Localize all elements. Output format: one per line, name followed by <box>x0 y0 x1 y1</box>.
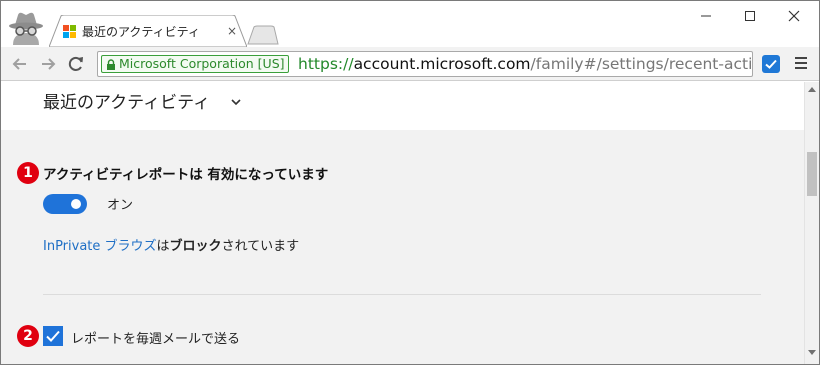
scroll-up-arrow-icon[interactable] <box>808 86 816 92</box>
close-icon[interactable] <box>779 5 809 27</box>
tab-recent-activity[interactable]: 最近のアクティビティ × <box>49 15 247 47</box>
forward-arrow-icon[interactable] <box>38 54 58 74</box>
ev-certificate-badge[interactable]: Microsoft Corporation [US] <box>101 55 289 73</box>
scrollbar-thumb[interactable] <box>807 152 817 196</box>
url-path: /family#/settings/recent-activit <box>530 55 753 73</box>
menu-icon[interactable] <box>795 57 807 69</box>
page-header: 最近のアクティビティ <box>1 82 804 130</box>
inprivate-browsing-link[interactable]: InPrivate ブラウズ <box>43 239 157 254</box>
extension-icon[interactable] <box>762 55 780 73</box>
new-tab-button[interactable] <box>247 25 279 45</box>
url-host: account.microsoft.com <box>353 55 531 73</box>
weekly-email-checkbox[interactable] <box>43 326 63 346</box>
microsoft-logo-icon <box>63 25 76 38</box>
tab-strip: 最近のアクティビティ × <box>1 1 819 47</box>
annotation-badge-2: 2 <box>17 325 39 347</box>
vertical-scrollbar[interactable] <box>804 82 819 364</box>
activity-report-heading: アクティビティレポートは 有効になっています <box>43 167 329 183</box>
section-divider <box>43 294 761 295</box>
minimize-icon[interactable] <box>691 5 721 27</box>
tab-close-icon[interactable]: × <box>227 24 237 38</box>
maximize-icon[interactable] <box>735 5 765 27</box>
browser-toolbar: Microsoft Corporation [US] https://accou… <box>1 47 819 81</box>
inprivate-text-middle: は <box>156 239 170 254</box>
lock-icon <box>107 59 115 70</box>
url-scheme: https:// <box>298 55 354 73</box>
reload-icon[interactable] <box>66 54 86 74</box>
address-bar[interactable]: Microsoft Corporation [US] https://accou… <box>97 51 753 77</box>
activity-report-toggle[interactable] <box>43 194 87 214</box>
extension-check-icon <box>765 59 777 69</box>
page-title[interactable]: 最近のアクティビティ <box>43 88 210 113</box>
annotation-badge-1: 1 <box>17 162 39 184</box>
incognito-icon <box>9 12 43 45</box>
page-viewport: 最近のアクティビティ 1 アクティビティレポートは 有効になっています オン I… <box>1 82 804 364</box>
browser-window: 最近のアクティビティ × Microsoft Corporation [US] … <box>0 0 820 365</box>
checkmark-icon <box>46 330 60 342</box>
tab-title: 最近のアクティビティ <box>82 25 200 39</box>
inprivate-text-rest: されています <box>221 239 300 254</box>
toggle-knob <box>71 199 81 209</box>
inprivate-blocked-word: ブロック <box>169 239 222 254</box>
weekly-email-label[interactable]: レポートを毎週メールで送る <box>71 328 240 347</box>
toggle-state-label: オン <box>107 198 134 213</box>
scroll-down-arrow-icon[interactable] <box>808 350 816 356</box>
back-arrow-icon[interactable] <box>10 54 30 74</box>
ev-badge-label: Microsoft Corporation [US] <box>119 56 285 71</box>
inprivate-status: InPrivate ブラウズはブロックされています <box>43 235 299 254</box>
url-text: https://account.microsoft.com/family#/se… <box>298 55 753 74</box>
chevron-down-icon[interactable] <box>231 98 241 106</box>
